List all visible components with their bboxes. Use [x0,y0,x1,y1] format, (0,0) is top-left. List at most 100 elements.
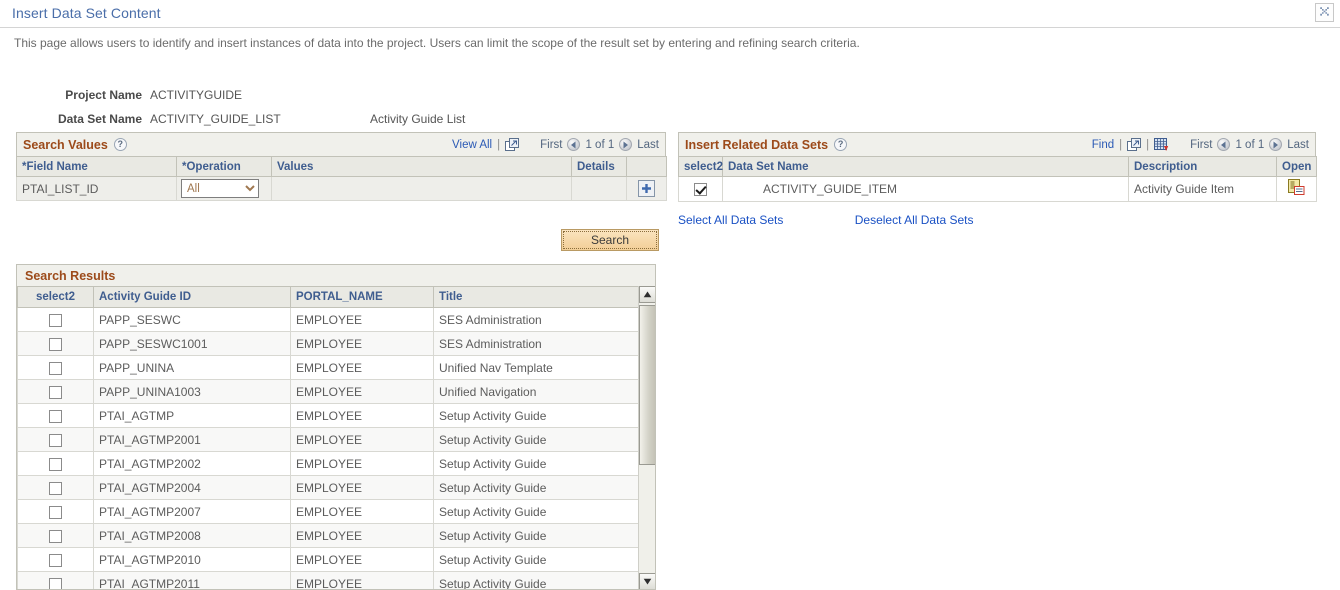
last-label[interactable]: Last [637,139,659,151]
result-row-checkbox[interactable] [49,554,62,567]
view-all-link[interactable]: View All [452,139,492,151]
table-row: ACTIVITY_GUIDE_ITEM Activity Guide Item [679,177,1317,202]
data-set-description: Activity Guide List [370,112,465,126]
next-page-icon[interactable] [1269,138,1282,151]
window-title-bar: Insert Data Set Content [0,0,1340,28]
select-cell [18,548,94,572]
select-cell [18,404,94,428]
insert-related-data-sets-panel: Insert Related Data Sets ? Find | | F [678,132,1316,202]
portal-name-cell: EMPLOYEE [291,404,434,428]
column-select2: select2 [18,287,94,308]
scrollbar-thumb[interactable] [639,305,656,465]
related-data-sets-header: Insert Related Data Sets ? Find | | F [678,132,1316,156]
results-scrollbar[interactable] [638,286,655,590]
field-name-value: PTAI_LIST_ID [17,177,177,201]
table-row: PTAI_AGTMP2008EMPLOYEESetup Activity Gui… [18,524,639,548]
result-row-checkbox[interactable] [49,314,62,327]
result-row-checkbox[interactable] [49,506,62,519]
table-row: PTAI_AGTMP2002EMPLOYEESetup Activity Gui… [18,452,639,476]
activity-guide-id-cell: PAPP_UNINA [94,356,291,380]
page-title: Insert Data Set Content [12,5,161,21]
title-cell: Setup Activity Guide [434,404,639,428]
title-cell: Setup Activity Guide [434,428,639,452]
column-activity-guide-id: Activity Guide ID [94,287,291,308]
portal-name-cell: EMPLOYEE [291,548,434,572]
open-dataset-icon[interactable] [1288,179,1305,196]
select-cell [18,332,94,356]
search-results-body: select2 Activity Guide ID PORTAL_NAME Ti… [16,286,656,590]
page-indicator: 1 of 1 [1235,139,1264,151]
next-page-icon[interactable] [619,138,632,151]
title-cell: Setup Activity Guide [434,524,639,548]
search-values-header: Search Values ? View All | First 1 of 1 … [16,132,666,156]
deselect-all-data-sets-link[interactable]: Deselect All Data Sets [855,213,974,227]
scroll-down-button[interactable] [639,573,656,590]
search-results-header-row: select2 Activity Guide ID PORTAL_NAME Ti… [18,287,639,308]
result-row-checkbox[interactable] [49,458,62,471]
result-row-checkbox[interactable] [49,386,62,399]
result-row-checkbox[interactable] [49,410,62,423]
result-row-checkbox[interactable] [49,578,62,590]
related-data-set-checkbox[interactable] [694,183,707,196]
data-set-name-value: ACTIVITY_GUIDE_LIST [150,112,281,126]
grid-download-icon[interactable] [1154,138,1169,152]
previous-page-icon[interactable] [567,138,580,151]
result-row-checkbox[interactable] [49,338,62,351]
operation-select[interactable]: All [181,179,259,198]
last-label[interactable]: Last [1287,139,1309,151]
portal-name-cell: EMPLOYEE [291,428,434,452]
portal-name-cell: EMPLOYEE [291,476,434,500]
activity-guide-id-cell: PAPP_SESWC [94,308,291,332]
table-row: PTAI_AGTMP2001EMPLOYEESetup Activity Gui… [18,428,639,452]
result-row-checkbox[interactable] [49,362,62,375]
activity-guide-id-cell: PTAI_AGTMP2010 [94,548,291,572]
title-cell: Unified Navigation [434,380,639,404]
data-set-name-cell: ACTIVITY_GUIDE_ITEM [723,177,1129,202]
select-cell [18,356,94,380]
column-description: Description [1129,157,1277,177]
select-cell [18,524,94,548]
column-select2: select2 [679,157,723,177]
new-window-icon[interactable] [505,138,519,151]
portal-name-cell: EMPLOYEE [291,380,434,404]
search-values-panel: Search Values ? View All | First 1 of 1 … [16,132,666,201]
first-label[interactable]: First [1190,139,1212,151]
title-cell: Setup Activity Guide [434,500,639,524]
header-separator: | [497,139,500,151]
table-row: PAPP_SESWC1001EMPLOYEESES Administration [18,332,639,356]
close-button[interactable] [1315,3,1334,22]
column-open: Open [1277,157,1317,177]
column-data-set-name: Data Set Name [723,157,1129,177]
column-values: Values [272,157,572,177]
activity-guide-id-cell: PAPP_SESWC1001 [94,332,291,356]
result-row-checkbox[interactable] [49,482,62,495]
search-results-panel: Search Results select2 Activity Guide ID… [16,264,656,590]
title-cell: Setup Activity Guide [434,452,639,476]
previous-page-icon[interactable] [1217,138,1230,151]
scroll-up-button[interactable] [639,286,656,303]
search-results-grid: select2 Activity Guide ID PORTAL_NAME Ti… [17,286,639,590]
values-cell[interactable] [272,177,572,201]
add-search-value-button[interactable] [638,180,655,197]
table-row: PTAI_AGTMP2004EMPLOYEESetup Activity Gui… [18,476,639,500]
first-label[interactable]: First [540,139,562,151]
page-instructions: This page allows users to identify and i… [14,36,860,50]
header-separator-2: | [1146,139,1149,151]
select-all-data-sets-link[interactable]: Select All Data Sets [678,213,783,227]
new-window-icon[interactable] [1127,138,1141,151]
result-row-checkbox[interactable] [49,530,62,543]
help-icon[interactable]: ? [834,138,847,151]
details-cell [572,177,627,201]
project-name-value: ACTIVITYGUIDE [150,88,242,102]
table-row: PTAI_AGTMP2010EMPLOYEESetup Activity Gui… [18,548,639,572]
related-data-sets-header-row: select2 Data Set Name Description Open [679,157,1317,177]
data-set-name-row: Data Set NameACTIVITY_GUIDE_LIST [0,112,281,126]
help-icon[interactable]: ? [114,138,127,151]
column-details: Details [572,157,627,177]
table-row: PAPP_SESWCEMPLOYEESES Administration [18,308,639,332]
result-row-checkbox[interactable] [49,434,62,447]
find-link[interactable]: Find [1092,139,1114,151]
scrollbar-track[interactable] [639,303,656,573]
search-button[interactable]: Search [561,229,659,251]
column-field-name: *Field Name [17,157,177,177]
